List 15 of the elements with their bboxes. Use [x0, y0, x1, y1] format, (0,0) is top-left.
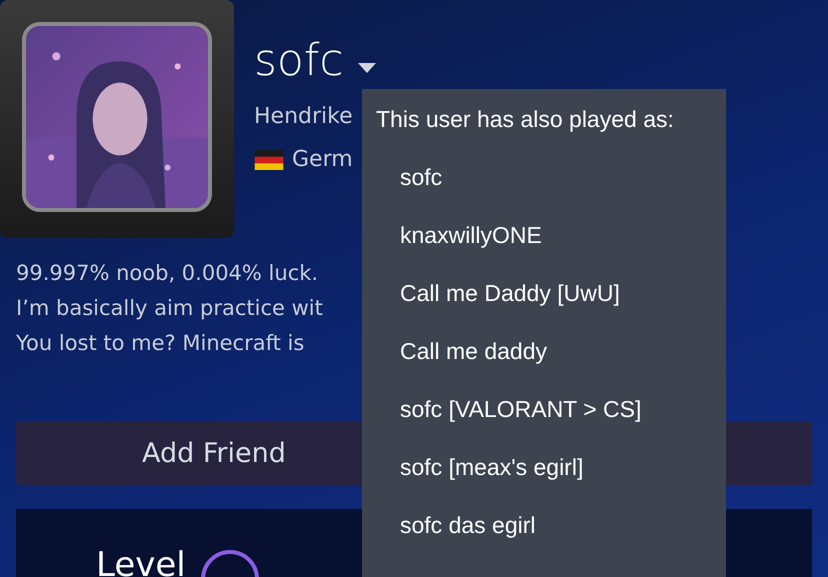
menu-title: This user has also played as:: [376, 105, 674, 133]
alias-item: sofc: [400, 163, 442, 191]
alias-item: Call me daddy: [400, 337, 548, 365]
alias-item: sofc [VALORANT > CS]: [400, 395, 642, 423]
level-label: Level: [96, 545, 186, 577]
profile-name: sofc: [254, 36, 344, 86]
alias-item: Call me Daddy [UwU]: [400, 279, 620, 307]
real-name: Hendrike: [254, 104, 354, 129]
summary-line: You lost to me? Minecraft is: [16, 330, 304, 357]
country-name: Germ: [292, 147, 353, 172]
alias-item: knaxwillyONE: [400, 221, 542, 249]
alias-item: sofc [meax's egirl]: [400, 453, 584, 481]
summary-line: I’m basically aim practice wit: [16, 295, 323, 322]
alias-item: sofc das egirl: [400, 511, 536, 539]
summary-line: 99.997% noob, 0.004% luck.: [16, 260, 318, 287]
